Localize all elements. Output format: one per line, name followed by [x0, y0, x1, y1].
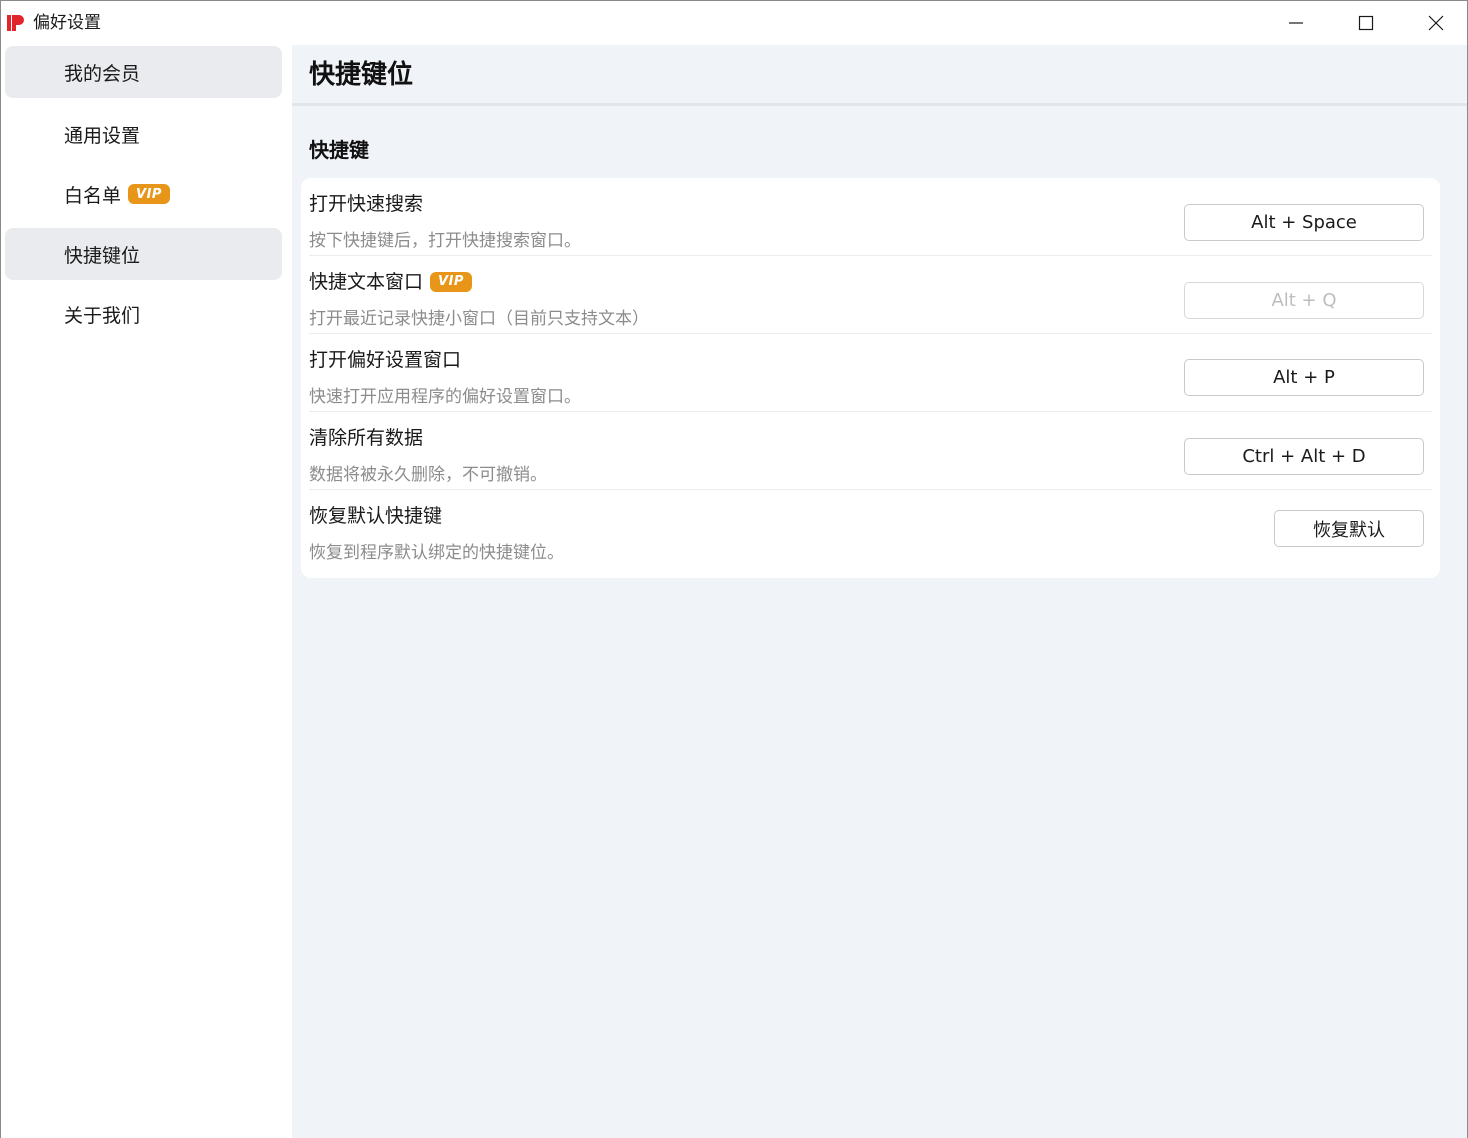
minimize-icon — [1289, 22, 1303, 24]
shortcut-key-button[interactable]: Alt + Q — [1184, 282, 1424, 319]
shortcut-description: 打开最近记录快捷小窗口（目前只支持文本） — [309, 309, 649, 329]
page-title: 快捷键位 — [309, 60, 414, 90]
shortcut-row-restore-defaults: 恢复默认快捷键 恢复到程序默认绑定的快捷键位。 恢复默认 — [301, 490, 1440, 578]
sidebar-item-label: 快捷键位 — [64, 244, 141, 267]
shortcut-key-button[interactable]: Alt + P — [1184, 359, 1424, 396]
shortcut-key-button[interactable]: Ctrl + Alt + D — [1184, 438, 1424, 475]
maximize-icon — [1358, 15, 1374, 31]
shortcut-row-clear-data: 清除所有数据 数据将被永久删除，不可撤销。 Ctrl + Alt + D — [301, 412, 1440, 490]
sidebar-item-label: 通用设置 — [64, 124, 141, 147]
preferences-window: 偏好设置 我的会员 通用设置 白名单 VIP 快捷键位 关于我们 快捷键位 快捷… — [0, 0, 1468, 1138]
main-header: 快捷键位 — [292, 45, 1467, 106]
sidebar: 我的会员 通用设置 白名单 VIP 快捷键位 关于我们 — [1, 45, 292, 1138]
shortcut-row-preferences: 打开偏好设置窗口 快速打开应用程序的偏好设置窗口。 Alt + P — [301, 334, 1440, 412]
sidebar-item-general[interactable]: 通用设置 — [5, 108, 282, 160]
shortcut-description: 按下快捷键后，打开快捷搜索窗口。 — [309, 231, 581, 251]
vip-badge: VIP — [128, 184, 170, 204]
shortcut-description: 数据将被永久删除，不可撤销。 — [309, 465, 547, 485]
minimize-button[interactable] — [1261, 1, 1331, 45]
sidebar-item-label: 我的会员 — [64, 62, 141, 85]
shortcut-row-quick-text: 快捷文本窗口 VIP 打开最近记录快捷小窗口（目前只支持文本） Alt + Q — [301, 256, 1440, 334]
shortcut-key-button[interactable]: Alt + Space — [1184, 204, 1424, 241]
sidebar-item-whitelist[interactable]: 白名单 VIP — [5, 168, 282, 220]
shortcut-row-quick-search: 打开快速搜索 按下快捷键后，打开快捷搜索窗口。 Alt + Space — [301, 178, 1440, 256]
shortcut-title: 恢复默认快捷键 — [309, 505, 443, 527]
section-title: 快捷键 — [309, 138, 369, 162]
shortcut-title: 打开偏好设置窗口 — [309, 349, 462, 371]
title-bar[interactable]: 偏好设置 — [1, 1, 1467, 45]
vip-badge: VIP — [430, 272, 472, 292]
close-icon — [1428, 15, 1444, 31]
maximize-button[interactable] — [1331, 1, 1401, 45]
shortcut-description: 快速打开应用程序的偏好设置窗口。 — [309, 387, 581, 407]
shortcut-title-group: 快捷文本窗口 VIP — [309, 269, 472, 295]
sidebar-item-membership[interactable]: 我的会员 — [5, 46, 282, 98]
shortcut-title: 快捷文本窗口 — [309, 271, 424, 293]
close-button[interactable] — [1401, 1, 1468, 45]
shortcut-title: 清除所有数据 — [309, 427, 424, 449]
sidebar-item-label: 白名单 — [64, 184, 122, 207]
shortcut-description: 恢复到程序默认绑定的快捷键位。 — [309, 543, 564, 563]
restore-defaults-button[interactable]: 恢复默认 — [1274, 510, 1424, 547]
app-logo-icon — [7, 15, 24, 31]
main-panel: 快捷键位 快捷键 打开快速搜索 按下快捷键后，打开快捷搜索窗口。 Alt + S… — [292, 45, 1467, 1138]
shortcut-title: 打开快速搜索 — [309, 193, 424, 215]
window-title: 偏好设置 — [33, 13, 101, 33]
shortcuts-card: 打开快速搜索 按下快捷键后，打开快捷搜索窗口。 Alt + Space 快捷文本… — [301, 178, 1440, 578]
sidebar-item-label: 关于我们 — [64, 304, 141, 327]
sidebar-item-about[interactable]: 关于我们 — [5, 288, 282, 340]
sidebar-item-shortcuts[interactable]: 快捷键位 — [5, 228, 282, 280]
